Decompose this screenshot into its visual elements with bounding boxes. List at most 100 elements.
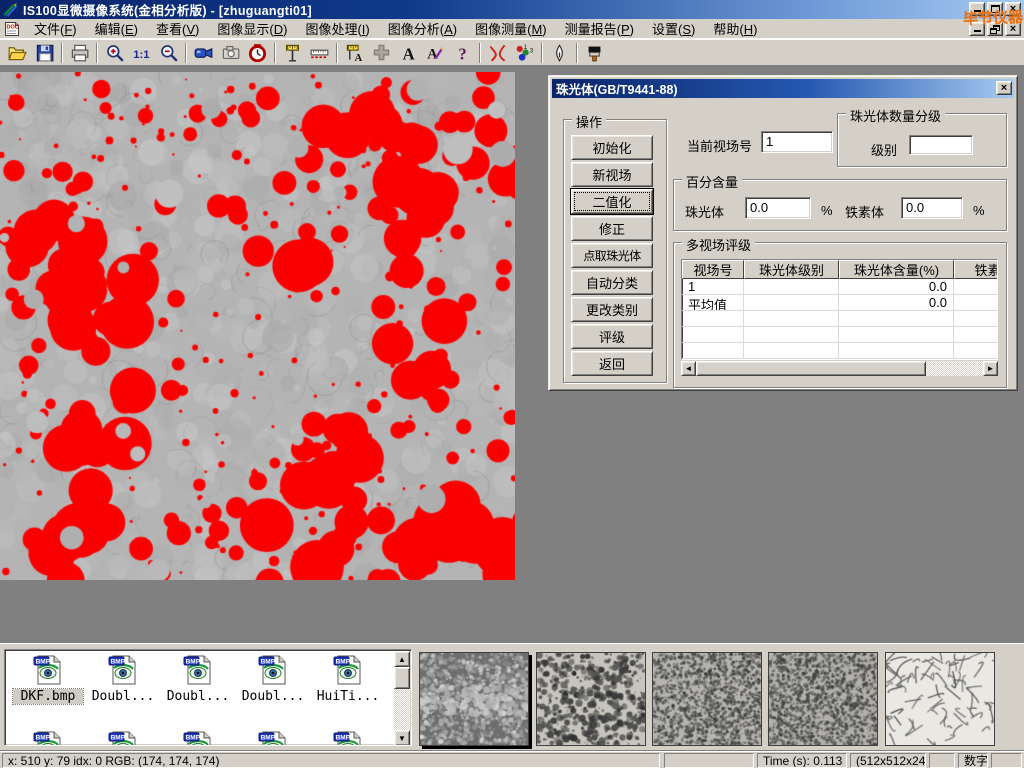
pearlite-percent-input[interactable]: 0.0 bbox=[745, 197, 811, 219]
photo-camera-button[interactable] bbox=[218, 41, 243, 64]
menu-view[interactable]: 查看(V) bbox=[147, 17, 208, 40]
auto-classify-button[interactable]: 自动分类 bbox=[571, 270, 653, 295]
menu-bar: DOC 文件(F) 编辑(E) 查看(V) 图像显示(D) 图像处理(I) 图像… bbox=[0, 19, 1024, 39]
table-row-empty[interactable] bbox=[682, 343, 997, 359]
toolbar-separator bbox=[479, 43, 481, 63]
thumbnail-4[interactable] bbox=[768, 652, 878, 746]
pick-pearlite-button[interactable]: 点取珠光体 bbox=[571, 243, 653, 268]
text-edit-button[interactable]: A bbox=[423, 41, 448, 64]
grade-input[interactable] bbox=[909, 135, 973, 155]
file-item[interactable]: BMP bbox=[238, 730, 308, 746]
table-row[interactable]: 平均值 0.0 bbox=[682, 295, 997, 311]
scroll-up-icon[interactable]: ▲ bbox=[394, 651, 410, 667]
col-ferrite-content[interactable]: 铁素体 bbox=[954, 260, 998, 279]
bmp-file-icon: BMP bbox=[107, 730, 139, 746]
file-item[interactable]: BMP bbox=[13, 730, 83, 746]
multifield-table[interactable]: 视场号 珠光体级别 珠光体含量(%) 铁素体 1 0.0 平均值 0.0 bbox=[681, 259, 998, 360]
menu-image-display[interactable]: 图像显示(D) bbox=[208, 17, 296, 40]
col-field-no[interactable]: 视场号 bbox=[682, 260, 744, 279]
menu-file[interactable]: 文件(F) bbox=[25, 17, 86, 40]
rate-button[interactable]: 评级 bbox=[571, 324, 653, 349]
menu-image-processing[interactable]: 图像处理(I) bbox=[296, 17, 378, 40]
file-item[interactable]: BMPDKF.bmp bbox=[13, 654, 83, 704]
bmp-file-icon: BMP bbox=[107, 654, 139, 686]
init-button[interactable]: 初始化 bbox=[571, 135, 653, 160]
file-item[interactable]: BMPDoubl... bbox=[88, 654, 158, 704]
ferrite-percent-input[interactable]: 0.0 bbox=[901, 197, 963, 219]
table-row[interactable]: 1 0.0 bbox=[682, 279, 997, 295]
open-button[interactable] bbox=[5, 41, 30, 64]
table-row-empty[interactable] bbox=[682, 327, 997, 343]
file-item[interactable]: BMP bbox=[163, 730, 233, 746]
thumbnail-2[interactable] bbox=[536, 652, 646, 746]
return-button[interactable]: 返回 bbox=[571, 351, 653, 376]
table-row-empty[interactable] bbox=[682, 311, 997, 327]
vendor-watermark: 毕节仪器 bbox=[963, 6, 1024, 29]
ruler-horizontal-icon bbox=[310, 43, 329, 62]
zoom-out-button[interactable] bbox=[156, 41, 181, 64]
svg-text:BMP: BMP bbox=[111, 659, 126, 666]
scrollbar-thumb[interactable] bbox=[696, 361, 926, 376]
file-item[interactable]: BMPHuiTi... bbox=[313, 654, 383, 704]
print-icon bbox=[70, 43, 89, 62]
svg-text:?: ? bbox=[458, 45, 466, 62]
scroll-down-icon[interactable]: ▼ bbox=[394, 730, 410, 746]
scrollbar-track[interactable] bbox=[926, 361, 983, 376]
menu-image-analysis[interactable]: 图像分析(A) bbox=[379, 17, 466, 40]
timer-button[interactable] bbox=[245, 41, 270, 64]
zoom-in-button[interactable] bbox=[102, 41, 127, 64]
col-pearlite-content[interactable]: 珠光体含量(%) bbox=[839, 260, 954, 279]
help-button[interactable]: ? bbox=[450, 41, 475, 64]
svg-text:BMP: BMP bbox=[261, 735, 276, 742]
brush-button[interactable] bbox=[582, 41, 607, 64]
calibration-points-button[interactable]: 13 bbox=[512, 41, 537, 64]
menu-help[interactable]: 帮助(H) bbox=[704, 17, 766, 40]
text-button[interactable]: A bbox=[396, 41, 421, 64]
ruler-horizontal-button[interactable] bbox=[307, 41, 332, 64]
menu-settings[interactable]: 设置(S) bbox=[643, 17, 704, 40]
grading-group-label: 珠光体数量分级 bbox=[846, 106, 945, 125]
thumbnail-1[interactable] bbox=[419, 652, 529, 746]
actual-size-button[interactable]: 1:1 bbox=[129, 41, 154, 64]
binarize-button[interactable]: 二值化 bbox=[571, 189, 653, 214]
print-button[interactable] bbox=[67, 41, 92, 64]
table-horizontal-scrollbar[interactable]: ◄ ► bbox=[681, 361, 998, 376]
file-name: HuiTi... bbox=[313, 689, 383, 704]
measure-label-button[interactable]: A bbox=[342, 41, 367, 64]
svg-text:BMP: BMP bbox=[36, 735, 51, 742]
new-field-button[interactable]: 新视场 bbox=[571, 162, 653, 187]
file-item[interactable]: BMP bbox=[313, 730, 383, 746]
file-list-scrollbar[interactable]: ▲ ▼ bbox=[394, 651, 410, 746]
scroll-right-icon[interactable]: ► bbox=[983, 361, 998, 376]
file-item[interactable]: BMPDoubl... bbox=[163, 654, 233, 704]
pen-button[interactable] bbox=[547, 41, 572, 64]
zoom-out-icon bbox=[159, 43, 178, 62]
change-class-button[interactable]: 更改类别 bbox=[571, 297, 653, 322]
thumbnail-3[interactable] bbox=[652, 652, 762, 746]
table-header-row: 视场号 珠光体级别 珠光体含量(%) 铁素体 bbox=[682, 260, 997, 279]
current-field-input[interactable]: 1 bbox=[761, 131, 833, 153]
col-pearlite-grade[interactable]: 珠光体级别 bbox=[744, 260, 839, 279]
dialog-title-bar[interactable]: 珠光体(GB/T9441-88) × bbox=[552, 79, 1014, 98]
cell-grade bbox=[744, 295, 839, 311]
correct-button[interactable]: 修正 bbox=[571, 216, 653, 241]
dialog-close-button[interactable]: × bbox=[996, 81, 1012, 95]
measure-label-icon: A bbox=[345, 43, 364, 62]
menu-image-measure[interactable]: 图像测量(M) bbox=[466, 17, 556, 40]
grid-cross-button[interactable] bbox=[369, 41, 394, 64]
menu-edit[interactable]: 编辑(E) bbox=[86, 17, 147, 40]
save-button[interactable] bbox=[32, 41, 57, 64]
menu-measure-report[interactable]: 测量报告(P) bbox=[556, 17, 643, 40]
bmp-file-icon: BMP bbox=[257, 654, 289, 686]
thumbnail-5[interactable] bbox=[885, 652, 995, 746]
video-camera-button[interactable] bbox=[191, 41, 216, 64]
file-item[interactable]: BMP bbox=[88, 730, 158, 746]
curve-tool-button[interactable] bbox=[485, 41, 510, 64]
file-item[interactable]: BMPDoubl... bbox=[238, 654, 308, 704]
micrograph-image[interactable] bbox=[0, 72, 515, 580]
scrollbar-thumb[interactable] bbox=[394, 667, 410, 689]
toolbar-separator bbox=[576, 43, 578, 63]
scroll-left-icon[interactable]: ◄ bbox=[681, 361, 696, 376]
caliper-vertical-button[interactable] bbox=[280, 41, 305, 64]
pearlite-percent-sign: % bbox=[821, 203, 833, 218]
